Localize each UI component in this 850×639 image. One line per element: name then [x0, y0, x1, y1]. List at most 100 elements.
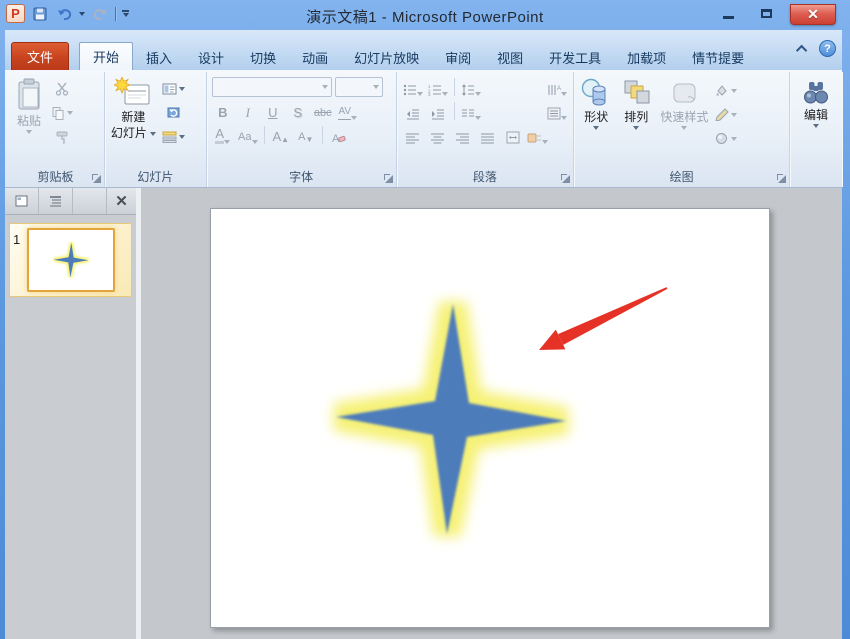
line-spacing-icon [461, 84, 475, 96]
clipboard-dialog-launcher[interactable] [92, 174, 101, 183]
distributed-icon [506, 131, 520, 144]
strikethrough-button[interactable]: abc [312, 101, 334, 121]
star-shape[interactable] [336, 304, 566, 534]
shape-effects-button[interactable] [712, 128, 739, 149]
help-button[interactable]: ? [819, 40, 836, 57]
close-icon: ✕ [115, 192, 128, 210]
group-label-drawing: 绘图 [574, 168, 789, 185]
justify-button[interactable] [477, 125, 499, 145]
align-center-button[interactable] [427, 125, 449, 145]
titlebar: P [0, 0, 850, 30]
bullets-button[interactable] [402, 77, 424, 97]
tab-view[interactable]: 视图 [484, 44, 536, 70]
line-spacing-button[interactable] [460, 77, 482, 97]
quick-styles-icon [668, 77, 700, 109]
svg-text:3: 3 [428, 92, 431, 96]
tab-design[interactable]: 设计 [185, 44, 237, 70]
new-slide-button[interactable]: 新建 幻灯片 [107, 75, 160, 169]
paragraph-dialog-launcher[interactable] [561, 174, 570, 183]
align-text-icon [547, 107, 561, 120]
outline-view-icon [49, 195, 62, 207]
smartart-button[interactable] [527, 125, 549, 145]
paste-button[interactable]: 粘贴 [9, 75, 49, 169]
columns-icon [461, 108, 475, 120]
slide-thumbnail[interactable] [27, 228, 115, 292]
outline-view-tab[interactable] [39, 188, 73, 214]
minimize-button[interactable] [714, 4, 742, 22]
bullets-icon [403, 84, 417, 96]
slide-canvas[interactable] [210, 208, 770, 628]
binoculars-icon [801, 79, 831, 107]
tab-storyboard[interactable]: 情节提要 [679, 44, 757, 70]
tab-review[interactable]: 审阅 [432, 44, 484, 70]
clear-formatting-button[interactable]: A [328, 125, 350, 145]
tab-home[interactable]: 开始 [79, 42, 133, 70]
cut-button[interactable] [49, 78, 75, 99]
bold-button[interactable]: B [212, 101, 234, 121]
increase-font-button[interactable]: A▲ [270, 125, 292, 145]
arrange-button[interactable]: 排列 [616, 75, 656, 169]
group-font: B I U S abc AV A Aa A▲ A▼ [207, 72, 397, 187]
group-paragraph: 123 [397, 72, 575, 187]
align-left-button[interactable] [402, 125, 424, 145]
font-color-button[interactable]: A [212, 125, 234, 145]
slides-panel-tabs: ✕ [5, 188, 136, 215]
character-spacing-button[interactable]: AV [337, 101, 359, 121]
reset-icon [166, 106, 181, 119]
italic-button[interactable]: I [237, 101, 259, 121]
cut-icon [55, 82, 69, 96]
font-size-combo[interactable] [335, 77, 383, 97]
shape-fill-button[interactable] [712, 80, 739, 101]
shape-fill-icon [714, 84, 729, 97]
minimize-icon [723, 16, 734, 19]
increase-indent-button[interactable] [427, 101, 449, 121]
underline-button[interactable]: U [262, 101, 284, 121]
reset-button[interactable] [160, 102, 187, 123]
file-button[interactable]: 文件 [11, 42, 69, 70]
columns-button[interactable] [460, 101, 482, 121]
slide-thumbnail-row[interactable]: 1 [9, 223, 132, 297]
format-painter-button[interactable] [49, 126, 75, 147]
close-icon: ✕ [807, 6, 819, 23]
copy-button[interactable] [49, 102, 75, 123]
font-name-combo[interactable] [212, 77, 332, 97]
group-label-slides: 幻灯片 [105, 168, 206, 185]
layout-button[interactable] [160, 78, 187, 99]
ribbon-tab-row: 文件 开始 插入 设计 切换 动画 幻灯片放映 审阅 视图 开发工具 加载项 情… [5, 30, 842, 70]
paste-icon [13, 77, 45, 113]
justify-icon [481, 133, 495, 144]
numbering-button[interactable]: 123 [427, 77, 449, 97]
maximize-button[interactable] [752, 4, 780, 22]
quick-styles-button[interactable]: 快速样式 [656, 75, 712, 169]
text-shadow-button[interactable]: S [287, 101, 309, 121]
decrease-indent-button[interactable] [402, 101, 424, 121]
tab-transitions[interactable]: 切换 [237, 44, 289, 70]
font-dialog-launcher[interactable] [384, 174, 393, 183]
collapse-ribbon-button[interactable] [796, 44, 807, 55]
distributed-button[interactable] [502, 125, 524, 145]
drawing-dialog-launcher[interactable] [777, 174, 786, 183]
new-slide-icon [114, 77, 152, 109]
decrease-font-button[interactable]: A▼ [295, 125, 317, 145]
editing-button[interactable]: 编辑 [797, 77, 835, 169]
tab-insert[interactable]: 插入 [133, 44, 185, 70]
shapes-icon [580, 77, 612, 109]
tab-slideshow[interactable]: 幻灯片放映 [341, 44, 432, 70]
section-button[interactable] [160, 126, 187, 147]
shape-outline-button[interactable] [712, 104, 739, 125]
shapes-button[interactable]: 形状 [576, 75, 616, 169]
tab-addins[interactable]: 加载项 [614, 44, 679, 70]
group-drawing: 形状 排列 快速样式 [574, 72, 790, 187]
tab-developer[interactable]: 开发工具 [536, 44, 614, 70]
ribbon: 粘贴 [5, 70, 842, 188]
close-button[interactable]: ✕ [790, 4, 836, 25]
tab-animations[interactable]: 动画 [289, 44, 341, 70]
layout-icon [162, 83, 177, 95]
close-panel-button[interactable]: ✕ [106, 188, 136, 214]
change-case-button[interactable]: Aa [237, 125, 259, 145]
align-text-button[interactable] [546, 101, 568, 121]
text-direction-button[interactable]: A [546, 77, 568, 97]
slides-view-tab[interactable] [5, 188, 39, 214]
slides-panel: ✕ 1 [5, 188, 141, 639]
align-right-button[interactable] [452, 125, 474, 145]
